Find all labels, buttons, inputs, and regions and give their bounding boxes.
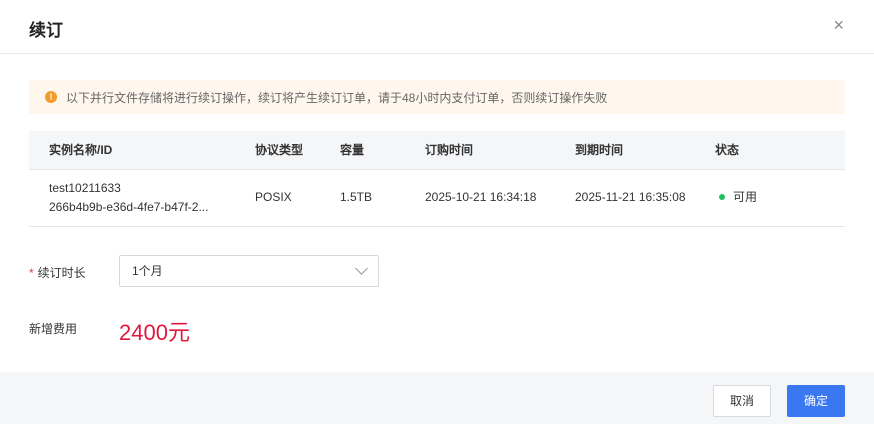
duration-value: 1个月 <box>132 264 163 278</box>
warning-alert: ! 以下并行文件存储将进行续订操作，续订将产生续订订单，请于48小时内支付订单，… <box>29 80 845 114</box>
capacity: 1.5TB <box>340 169 425 227</box>
dialog-footer: 取消 确定 <box>0 372 874 424</box>
dialog-title: 续订 <box>29 21 63 40</box>
dialog-header: 续订 × <box>0 0 874 54</box>
status: 可用 <box>715 169 845 227</box>
expire-time: 2025-11-21 16:35:08 <box>575 169 715 227</box>
fee-label: 新增费用 <box>29 322 78 336</box>
instance-name: test10211633 <box>49 180 121 195</box>
instance-table: 实例名称/ID 协议类型 容量 订购时间 到期时间 状态 test1021163… <box>29 131 845 227</box>
instance-id: 266b4b9b-e36d-4fe7-b47f-2... <box>49 199 209 214</box>
close-icon[interactable]: × <box>833 15 844 36</box>
order-time: 2025-10-21 16:34:18 <box>425 169 575 227</box>
col-expire-time: 到期时间 <box>575 131 715 170</box>
col-protocol: 协议类型 <box>255 131 340 170</box>
warning-icon: ! <box>45 91 57 103</box>
col-name: 实例名称/ID <box>29 131 255 170</box>
cancel-button[interactable]: 取消 <box>713 385 771 417</box>
duration-label-text: 续订时长 <box>37 266 86 280</box>
table-row: test10211633 266b4b9b-e36d-4fe7-b47f-2...… <box>29 169 845 227</box>
required-mark: * <box>29 266 34 280</box>
duration-label: * 续订时长 <box>29 264 86 281</box>
protocol: POSIX <box>255 169 340 227</box>
fee-value: 2400元 <box>119 320 190 345</box>
status-text: 可用 <box>733 190 758 204</box>
col-capacity: 容量 <box>340 131 425 170</box>
confirm-button[interactable]: 确定 <box>787 385 845 417</box>
col-order-time: 订购时间 <box>425 131 575 170</box>
col-status: 状态 <box>715 131 845 170</box>
alert-text: 以下并行文件存储将进行续订操作，续订将产生续订订单，请于48小时内支付订单，否则… <box>66 90 608 105</box>
status-dot-icon <box>719 194 725 200</box>
chevron-down-icon <box>355 262 368 275</box>
duration-select[interactable]: 1个月 <box>119 255 379 287</box>
